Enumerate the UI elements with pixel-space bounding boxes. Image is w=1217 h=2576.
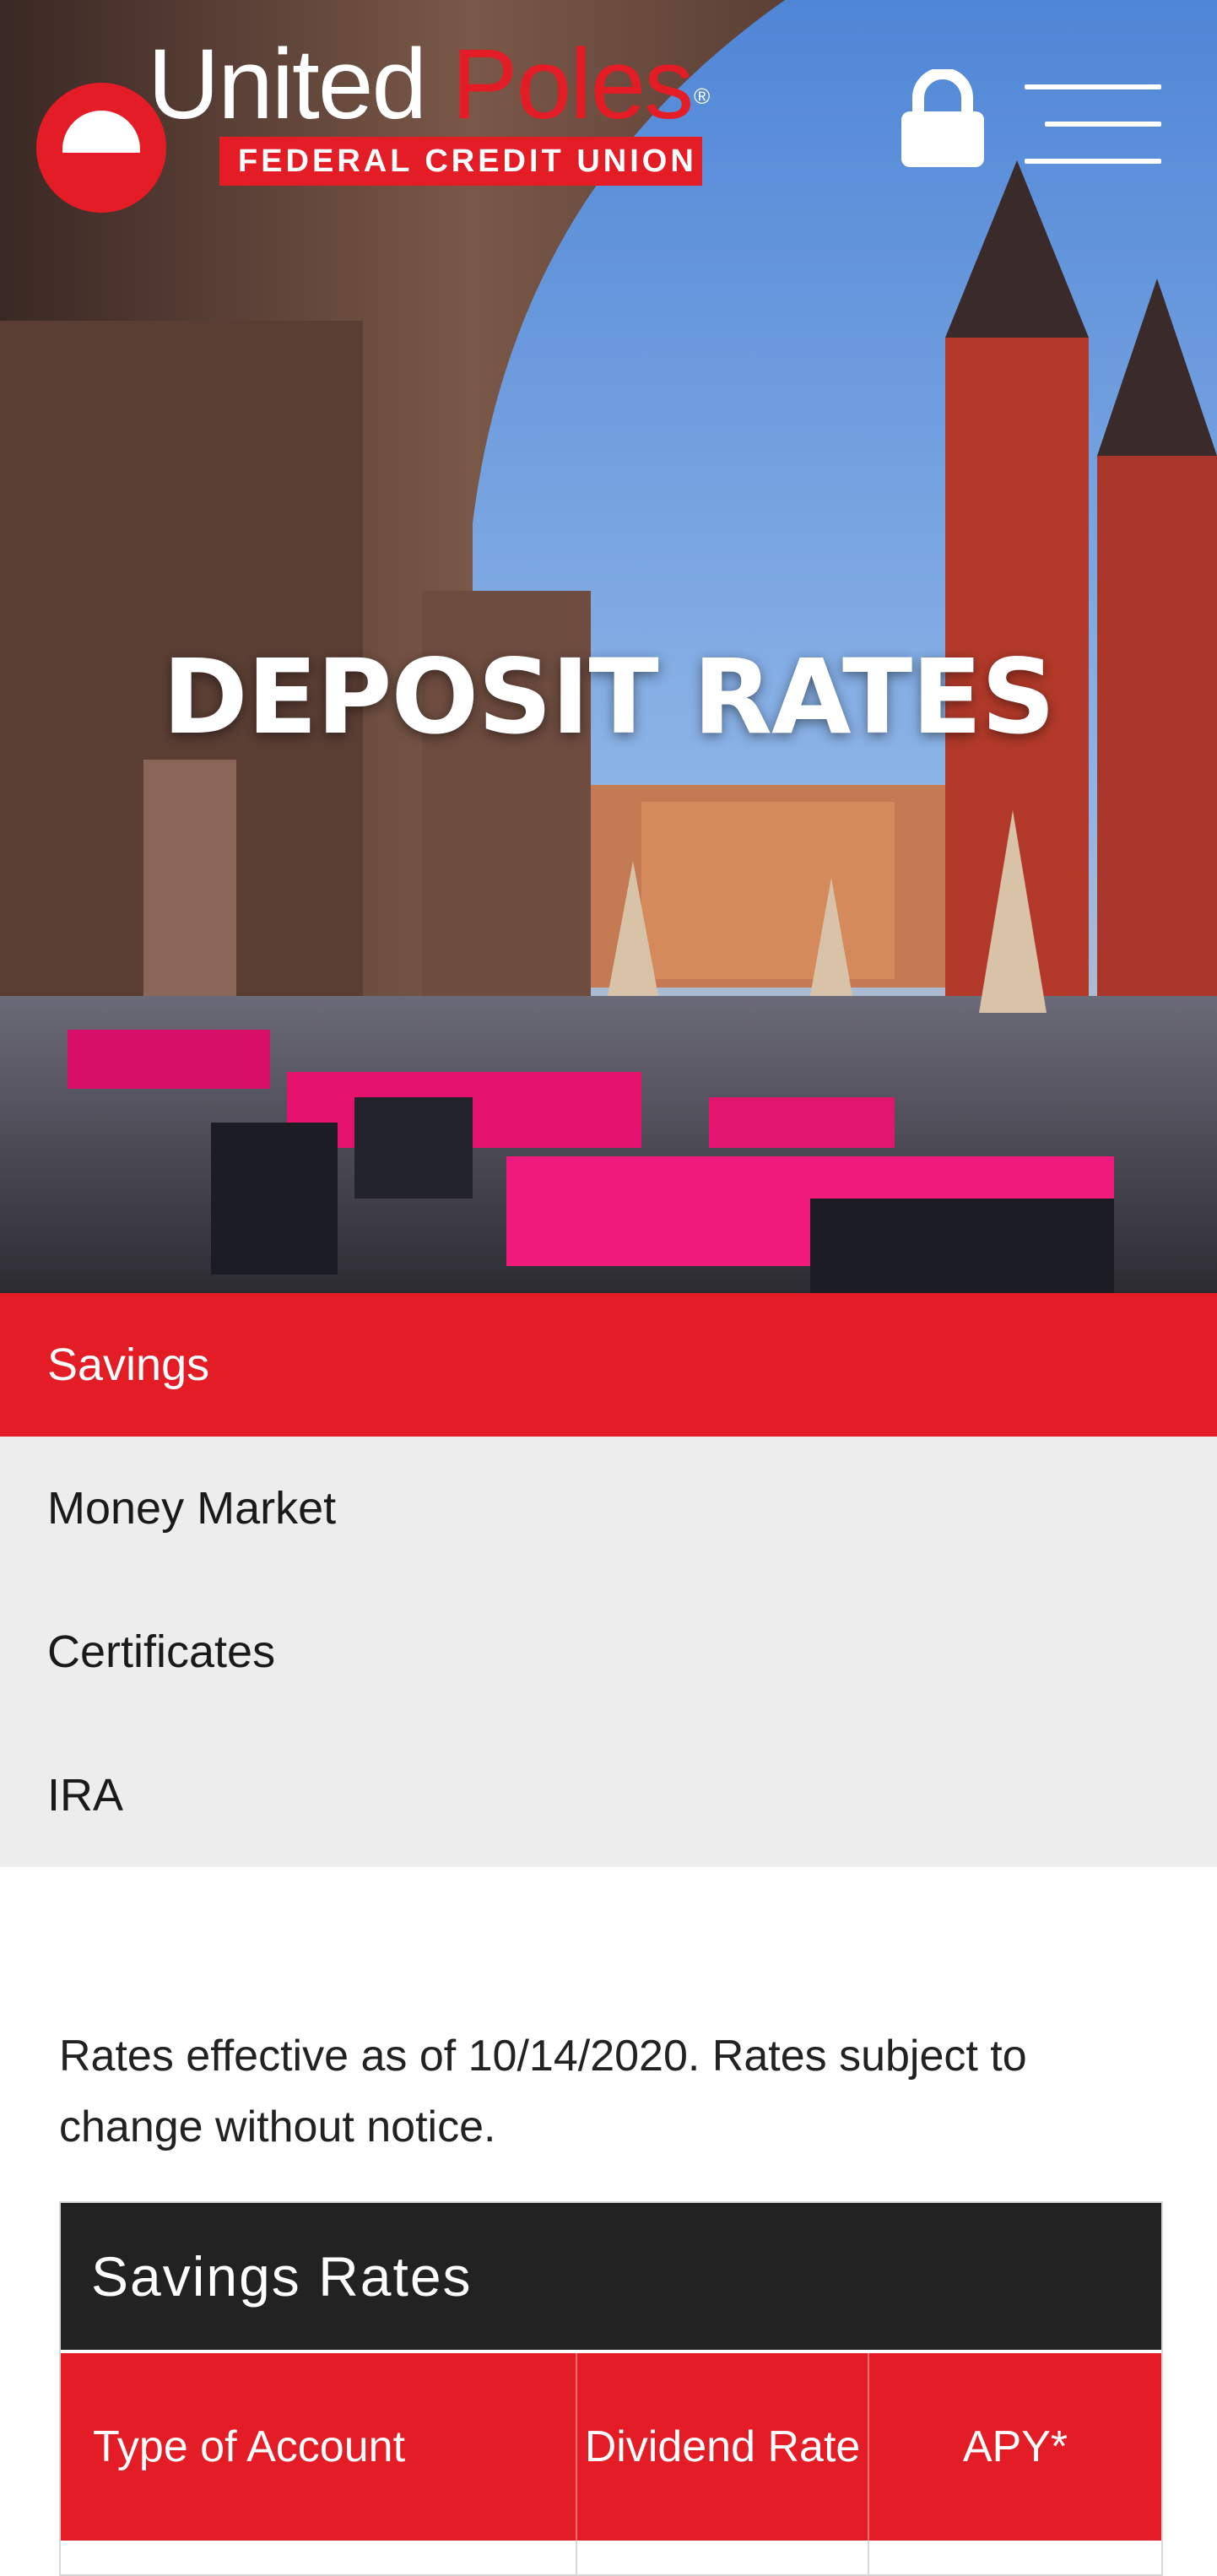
hero-banner: United Poles® FEDERAL CREDIT UNION DEPOS… [0, 0, 1217, 1293]
logo-word-poles: Poles [451, 29, 694, 140]
column-header-apy: APY* [962, 2422, 1068, 2471]
table-caption: Savings Rates [61, 2203, 1161, 2350]
logo-tagline: FEDERAL CREDIT UNION [219, 137, 702, 186]
registered-mark: ® [694, 84, 710, 109]
savings-rates-table: Savings Rates Type of Account Dividend R… [59, 2201, 1163, 2576]
rates-subnav: Savings Money Market Certificates IRA [0, 1293, 1217, 1867]
subnav-item-savings[interactable]: Savings [0, 1293, 1217, 1437]
rates-effective-notice: Rates effective as of 10/14/2020. Rates … [59, 2032, 1027, 2151]
logo-title: United Poles® [148, 34, 710, 135]
menu-line-top [1025, 84, 1161, 89]
brand-logo[interactable]: United Poles® FEDERAL CREDIT UNION [34, 34, 710, 213]
page-title: DEPOSIT RATES [162, 637, 1055, 757]
table-cell [869, 2541, 1161, 2574]
table-row [61, 2541, 1161, 2574]
lock-icon [901, 68, 984, 167]
menu-line-bottom [1025, 159, 1161, 164]
subnav-item-certificates[interactable]: Certificates [0, 1580, 1217, 1724]
table-cell [577, 2541, 869, 2574]
main-content: Rates effective as of 10/14/2020. Rates … [59, 2021, 1163, 2576]
column-header-type-of-account: Type of Account [61, 2353, 577, 2541]
table-header-row: Type of Account Dividend Rate APY* [61, 2350, 1161, 2541]
hamburger-menu-button[interactable] [1025, 84, 1161, 165]
login-lock-button[interactable] [898, 68, 987, 169]
logo-word-united: United [148, 29, 427, 140]
column-header-dividend-rate: Dividend Rate [577, 2353, 869, 2541]
menu-line-middle [1045, 122, 1161, 127]
subnav-item-money-market[interactable]: Money Market [0, 1437, 1217, 1580]
table-cell [61, 2541, 577, 2574]
subnav-item-ira[interactable]: IRA [0, 1724, 1217, 1867]
